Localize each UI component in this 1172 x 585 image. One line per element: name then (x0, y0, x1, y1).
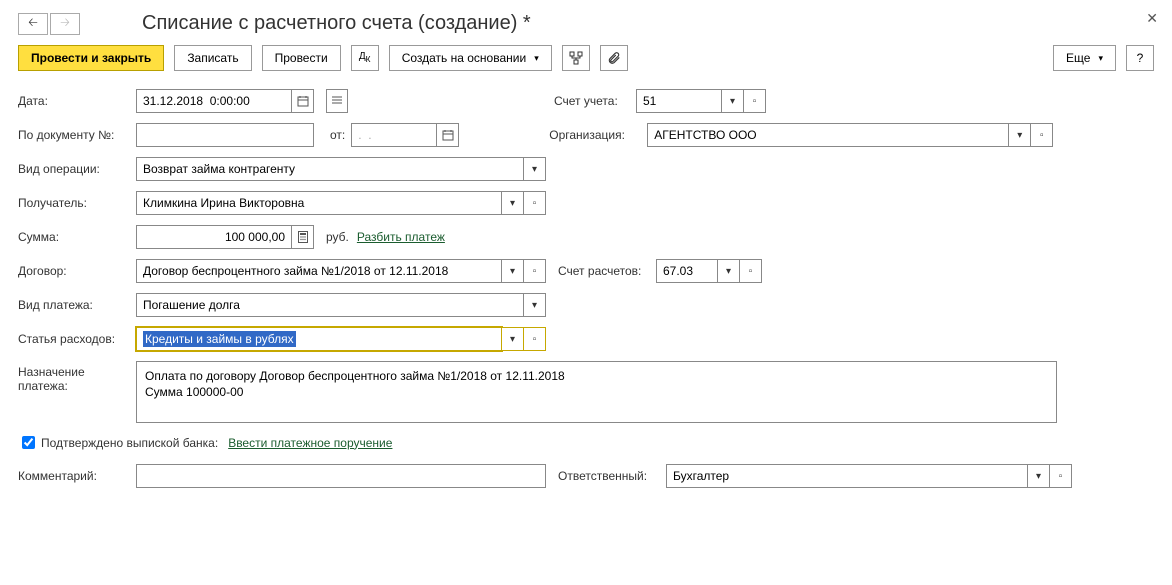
calculator-icon (298, 231, 308, 243)
expense-label: Статья расходов: (18, 332, 136, 346)
paperclip-icon (607, 51, 621, 65)
post-button[interactable]: Провести (262, 45, 341, 71)
optype-field[interactable] (143, 162, 517, 176)
comment-field[interactable] (143, 469, 539, 483)
contract-dropdown-button[interactable]: ▾ (502, 259, 524, 283)
date-calendar-button[interactable] (292, 89, 314, 113)
responsible-open-button[interactable]: ▫ (1050, 464, 1072, 488)
create-based-on-label: Создать на основании (402, 51, 527, 65)
purpose-textarea[interactable] (136, 361, 1057, 423)
organization-open-button[interactable]: ▫ (1031, 123, 1053, 147)
recipient-field[interactable] (143, 196, 495, 210)
dk-icon: ДК (359, 52, 371, 63)
recipient-open-button[interactable]: ▫ (524, 191, 546, 215)
date-field[interactable] (143, 94, 285, 108)
amount-field[interactable] (143, 230, 285, 244)
enter-payment-order-link[interactable]: Ввести платежное поручение (228, 436, 392, 450)
docdate-field[interactable] (358, 128, 430, 142)
account-open-button[interactable]: ▫ (744, 89, 766, 113)
contract-label: Договор: (18, 264, 136, 278)
organization-dropdown-button[interactable]: ▾ (1009, 123, 1031, 147)
contract-open-button[interactable]: ▫ (524, 259, 546, 283)
settlement-open-button[interactable]: ▫ (740, 259, 762, 283)
amount-label: Сумма: (18, 230, 136, 244)
expense-field-wrapper[interactable]: Кредиты и займы в рублях (136, 327, 502, 351)
docdate-from-label: от: (330, 128, 345, 142)
docdate-calendar-button[interactable] (437, 123, 459, 147)
close-icon[interactable]: ✕ (1146, 10, 1158, 27)
doc-view-button[interactable] (326, 89, 348, 113)
expense-open-button[interactable]: ▫ (524, 327, 546, 351)
purpose-label: Назначение платежа: (18, 361, 136, 393)
calendar-icon (442, 129, 454, 141)
account-label: Счет учета: (554, 94, 636, 108)
nav-forward-button[interactable]: 🡢 (50, 13, 80, 35)
save-button[interactable]: Записать (174, 45, 251, 71)
settlement-field[interactable] (663, 264, 711, 278)
nav-back-button[interactable]: 🡠 (18, 13, 48, 35)
attachment-button[interactable] (600, 45, 628, 71)
contract-field[interactable] (143, 264, 495, 278)
recipient-label: Получатель: (18, 196, 136, 210)
more-label: Еще (1066, 51, 1090, 65)
docno-field[interactable] (143, 128, 307, 142)
responsible-label: Ответственный: (558, 469, 666, 483)
currency-label: руб. (326, 230, 349, 244)
paymenttype-label: Вид платежа: (18, 298, 136, 312)
account-dropdown-button[interactable]: ▾ (722, 89, 744, 113)
responsible-dropdown-button[interactable]: ▾ (1028, 464, 1050, 488)
dk-icon-button[interactable]: ДК (351, 45, 379, 71)
recipient-dropdown-button[interactable]: ▾ (502, 191, 524, 215)
settlement-label: Счет расчетов: (558, 264, 656, 278)
settlement-dropdown-button[interactable]: ▾ (718, 259, 740, 283)
post-and-close-button[interactable]: Провести и закрыть (18, 45, 164, 71)
date-label: Дата: (18, 94, 136, 108)
create-based-on-button[interactable]: Создать на основании (389, 45, 552, 71)
confirmed-checkbox[interactable] (22, 436, 35, 449)
structure-icon (569, 51, 583, 65)
optype-label: Вид операции: (18, 162, 136, 176)
list-icon (331, 96, 343, 106)
split-payment-link[interactable]: Разбить платеж (357, 230, 445, 244)
paymenttype-field[interactable] (143, 298, 517, 312)
confirmed-label: Подтверждено выпиской банка: (41, 436, 218, 450)
page-title: Списание с расчетного счета (создание) * (142, 12, 531, 35)
docno-label: По документу №: (18, 128, 136, 142)
comment-label: Комментарий: (18, 469, 136, 483)
organization-field[interactable] (654, 128, 1002, 142)
expense-field: Кредиты и займы в рублях (143, 331, 296, 347)
expense-dropdown-button[interactable]: ▾ (502, 327, 524, 351)
amount-calc-button[interactable] (292, 225, 314, 249)
organization-label: Организация: (549, 128, 647, 142)
account-field[interactable] (643, 94, 715, 108)
optype-dropdown-button[interactable]: ▾ (524, 157, 546, 181)
calendar-icon (297, 95, 309, 107)
responsible-field[interactable] (673, 469, 1021, 483)
structure-icon-button[interactable] (562, 45, 590, 71)
help-button[interactable]: ? (1126, 45, 1154, 71)
more-button[interactable]: Еще (1053, 45, 1116, 71)
paymenttype-dropdown-button[interactable]: ▾ (524, 293, 546, 317)
